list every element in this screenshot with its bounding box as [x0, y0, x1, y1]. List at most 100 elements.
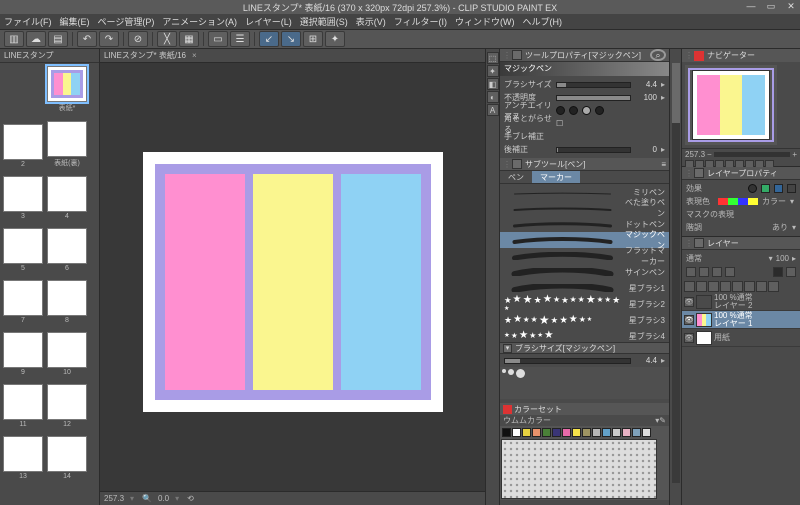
zoom-in-button[interactable]: +: [792, 150, 797, 159]
color-chip[interactable]: [552, 428, 561, 437]
menu-item[interactable]: フィルター(I): [394, 15, 447, 28]
color-chip[interactable]: [502, 428, 511, 437]
lock-button[interactable]: [725, 267, 735, 277]
antialias-option[interactable]: [582, 106, 591, 115]
color-chip[interactable]: [572, 428, 581, 437]
brush-list[interactable]: ミリペンべた塗りペンドットペンマジックペンフラットマーカーサインペン星ブラシ1★…: [500, 184, 669, 342]
color-grid[interactable]: [500, 426, 669, 500]
layer-action-button[interactable]: [744, 281, 755, 292]
stepper-icon[interactable]: ▸: [661, 356, 665, 365]
grid-button[interactable]: ▦: [179, 31, 199, 47]
scrollbar-track[interactable]: [672, 63, 680, 483]
list-button[interactable]: ☰: [230, 31, 250, 47]
menu-item[interactable]: ヘルプ(H): [523, 15, 563, 28]
page-thumbnail[interactable]: [47, 121, 87, 157]
color-chip[interactable]: [642, 428, 651, 437]
navigator-view[interactable]: [685, 65, 777, 145]
effect-dot[interactable]: [748, 184, 757, 193]
layer-row[interactable]: 👁100 %通常レイヤー 2: [682, 293, 800, 311]
tool-button[interactable]: ⬚: [487, 52, 499, 64]
dropdown-icon[interactable]: ▾: [130, 494, 136, 503]
brush-size-presets[interactable]: [500, 367, 669, 399]
navigator-header[interactable]: ⋮ ナビゲーター: [682, 49, 800, 62]
layer-visibility-toggle[interactable]: 👁: [684, 297, 694, 307]
brush-item[interactable]: ★★★★★★星ブラシ4: [500, 328, 669, 342]
color-chip[interactable]: [542, 428, 551, 437]
window-close-button[interactable]: ✕: [784, 0, 798, 12]
property-row[interactable]: 手ブレ補正: [500, 130, 669, 143]
blend-mode-row[interactable]: 通常 ▾ 100 ▸: [686, 252, 796, 265]
page-thumbnail[interactable]: [3, 436, 43, 472]
page-thumbnail[interactable]: [3, 176, 43, 212]
window-maximize-button[interactable]: ▭: [764, 0, 778, 12]
brush-item[interactable]: べた塗りペン: [500, 200, 669, 216]
layer-row[interactable]: 👁用紙: [682, 329, 800, 347]
effect-chip[interactable]: [787, 184, 796, 193]
color-chip[interactable]: [522, 428, 531, 437]
tool-button[interactable]: ✦: [487, 65, 499, 77]
color-chip[interactable]: [562, 428, 571, 437]
search-icon[interactable]: ⌕: [650, 49, 666, 61]
property-row[interactable]: 角をとがらせる☐: [500, 117, 669, 130]
folder-button[interactable]: ▤: [48, 31, 68, 47]
brush-item[interactable]: フラットマーカー: [500, 248, 669, 264]
undo-button[interactable]: ↶: [77, 31, 97, 47]
canvas-area[interactable]: [100, 63, 485, 491]
layer-action-button[interactable]: [720, 281, 731, 292]
antialias-option[interactable]: [556, 106, 565, 115]
tool-button[interactable]: A: [487, 104, 499, 116]
color-set-header[interactable]: カラーセット: [500, 403, 669, 415]
brush-item[interactable]: ★★★★★★★★★★★★★★星ブラシ2: [500, 296, 669, 312]
checkbox[interactable]: ☐: [556, 119, 563, 128]
property-slider[interactable]: [556, 82, 631, 88]
close-tab-icon[interactable]: ×: [192, 51, 197, 60]
page-thumbnail[interactable]: [3, 124, 43, 160]
dropdown-icon[interactable]: ▾: [175, 494, 181, 503]
redo-button[interactable]: ↷: [99, 31, 119, 47]
expand-icon[interactable]: ▾: [503, 344, 512, 353]
layer-action-button[interactable]: [708, 281, 719, 292]
menu-item[interactable]: 編集(E): [60, 15, 90, 28]
menu-item[interactable]: レイヤー(L): [245, 15, 292, 28]
clear-button[interactable]: ⊘: [128, 31, 148, 47]
lock-button[interactable]: [786, 267, 796, 277]
property-row[interactable]: 後補正0▸: [500, 143, 669, 156]
window-minimize-button[interactable]: —: [744, 0, 758, 12]
snap-perspective-button[interactable]: ↘: [281, 31, 301, 47]
effect-chip[interactable]: [761, 184, 770, 193]
snap-button[interactable]: ▭: [208, 31, 228, 47]
color-chip[interactable]: [512, 428, 521, 437]
page-thumbnail[interactable]: [47, 384, 87, 420]
edit-icon[interactable]: ✎: [659, 416, 666, 425]
lock-button[interactable]: [686, 267, 696, 277]
brush-item[interactable]: ★★★★★★★★★★星ブラシ3: [500, 312, 669, 328]
color-chip[interactable]: [632, 428, 641, 437]
page-thumbnail[interactable]: [47, 228, 87, 264]
layer-panel-header[interactable]: ⋮ レイヤー: [682, 237, 800, 250]
dropdown-icon[interactable]: ▾: [792, 223, 796, 232]
color-chip[interactable]: [602, 428, 611, 437]
brush-size-row[interactable]: 4.4 ▸: [500, 354, 669, 367]
tool-property-header[interactable]: ⋮ ツールプロパティ[マジックペン] ⌕: [500, 49, 669, 62]
document-tab[interactable]: LINEスタンプ* 表紙/16 ×: [100, 49, 485, 63]
zoom-out-button[interactable]: −: [707, 150, 712, 159]
subtool-tab[interactable]: ペン: [500, 171, 532, 183]
antialias-option[interactable]: [569, 106, 578, 115]
size-dot[interactable]: [508, 369, 514, 375]
brush-item[interactable]: サインペン: [500, 264, 669, 280]
cloud-button[interactable]: ☁: [26, 31, 46, 47]
artboard[interactable]: [143, 152, 443, 412]
page-thumbnail[interactable]: [47, 66, 87, 102]
dropdown-icon[interactable]: ▾: [790, 197, 794, 206]
page-thumbnail-list[interactable]: 1表紙*2表紙(裏)34567891011121314: [0, 63, 99, 505]
page-thumbnail[interactable]: [3, 332, 43, 368]
snap-grid-button[interactable]: ⊞: [303, 31, 323, 47]
menu-item[interactable]: ファイル(F): [4, 15, 52, 28]
layer-row[interactable]: 👁100 %通常レイヤー 1: [682, 311, 800, 329]
scrollbar-thumb[interactable]: [672, 63, 680, 123]
color-chip[interactable]: [532, 428, 541, 437]
page-thumbnail[interactable]: [3, 228, 43, 264]
page-thumbnail[interactable]: [47, 176, 87, 212]
menu-icon[interactable]: ≡: [661, 160, 666, 169]
page-thumbnail[interactable]: [47, 436, 87, 472]
